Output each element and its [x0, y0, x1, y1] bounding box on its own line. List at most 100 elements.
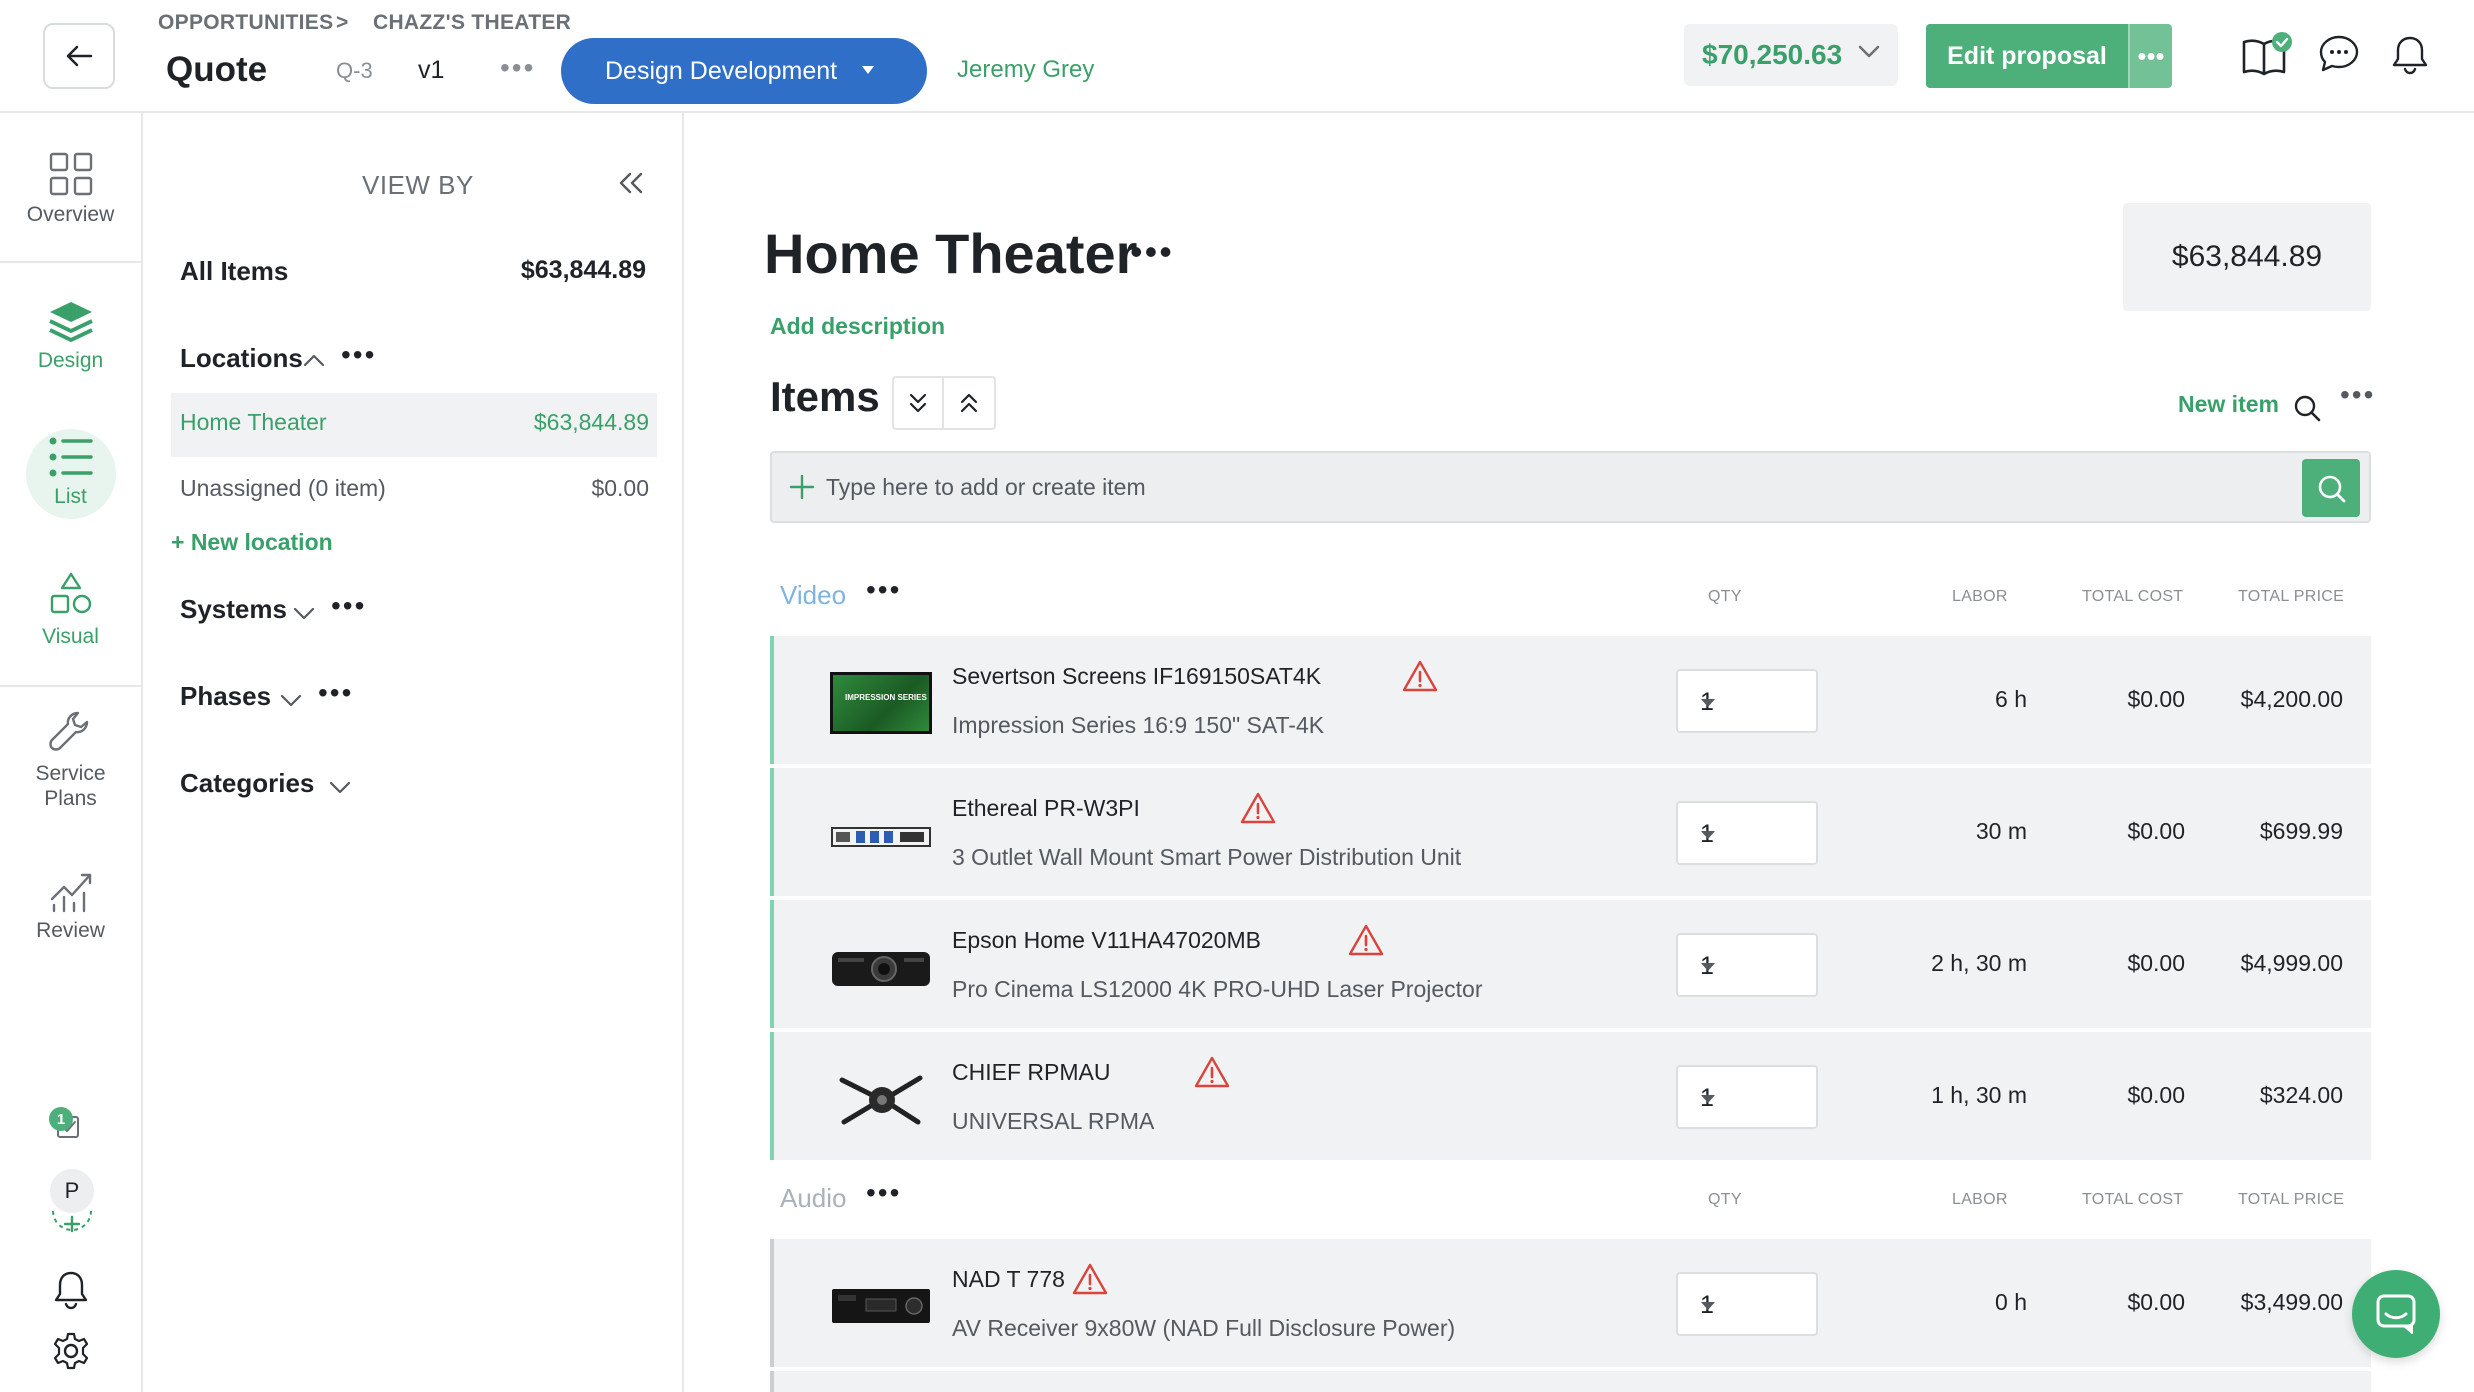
quantity-select[interactable]: 1: [1676, 801, 1818, 865]
edit-proposal-button[interactable]: Edit proposal: [1926, 24, 2128, 88]
quantity-select[interactable]: 1: [1676, 1272, 1818, 1336]
location-item-home-theater[interactable]: Home Theater $63,844.89: [171, 393, 657, 457]
collapse-all-button[interactable]: [944, 378, 994, 428]
rail-label: Overview: [26, 203, 115, 226]
item-row[interactable]: Ethereal PR-W3PI 3 Outlet Wall Mount Sma…: [770, 768, 2371, 896]
group-name[interactable]: Audio: [780, 1183, 847, 1214]
warning-icon[interactable]: [1194, 1056, 1230, 1088]
col-labor: LABOR: [1952, 1191, 2008, 1208]
caret-down-icon: [1700, 1301, 1794, 1311]
all-items-label: All Items: [180, 256, 289, 286]
group-name[interactable]: Video: [780, 580, 846, 611]
chevron-down-icon[interactable]: [280, 694, 302, 708]
phases-more-button[interactable]: •••: [318, 677, 353, 709]
warning-icon[interactable]: [1402, 660, 1438, 692]
gear-icon[interactable]: [51, 1331, 91, 1371]
bell-icon[interactable]: [2390, 34, 2430, 76]
col-total-cost: TOTAL COST: [2082, 1191, 2184, 1208]
item-total-price: $699.99: [2259, 818, 2343, 844]
total-dropdown[interactable]: $70,250.63: [1684, 24, 1898, 86]
warning-icon[interactable]: [1348, 924, 1384, 956]
item-name[interactable]: NAD T 778: [952, 1266, 1065, 1293]
locations-header[interactable]: Locations: [180, 343, 303, 374]
rail-label: Visual: [42, 625, 99, 648]
item-name[interactable]: Ethereal PR-W3PI: [952, 795, 1140, 822]
edit-proposal-more-button[interactable]: •••: [2128, 24, 2172, 88]
book-icon[interactable]: [2240, 32, 2292, 80]
collapse-panel-icon[interactable]: [618, 171, 644, 195]
col-total-price: TOTAL PRICE: [2238, 588, 2345, 605]
item-row[interactable]: IMPRESSION SERIES Severtson Screens IF16…: [770, 636, 2371, 764]
layers-icon: [0, 299, 141, 343]
add-user-icon[interactable]: [51, 1207, 93, 1243]
version-label[interactable]: v1: [418, 56, 444, 85]
chevron-down-icon[interactable]: [329, 781, 351, 795]
thumbnail-text: IMPRESSION SERIES: [845, 693, 927, 702]
item-description: 3 Outlet Wall Mount Smart Power Distribu…: [952, 844, 1462, 870]
warning-icon[interactable]: [1072, 1263, 1108, 1295]
chevron-up-icon[interactable]: [303, 353, 325, 367]
back-button[interactable]: [43, 23, 115, 89]
item-name[interactable]: Epson Home V11HA47020MB: [952, 927, 1261, 954]
add-description-link[interactable]: Add description: [770, 313, 945, 340]
section-more-button[interactable]: •••: [1130, 231, 1174, 273]
locations-more-button[interactable]: •••: [341, 339, 376, 371]
list-icon: [0, 435, 141, 479]
location-item-unassigned[interactable]: Unassigned (0 item) $0.00: [171, 457, 657, 517]
col-total-price: TOTAL PRICE: [2238, 1191, 2345, 1208]
stage-dropdown[interactable]: Design Development: [561, 38, 927, 104]
col-total-cost: TOTAL COST: [2082, 588, 2184, 605]
rail-design[interactable]: Design: [0, 299, 141, 373]
group-more-button[interactable]: •••: [866, 1177, 901, 1209]
item-total-cost: $0.00: [2127, 818, 2185, 844]
group-more-button[interactable]: •••: [866, 574, 901, 606]
rail-review[interactable]: Review: [0, 869, 141, 943]
product-thumbnail: [830, 1275, 932, 1337]
view-by-panel: VIEW BY All Items $63,844.89 Locations •…: [143, 113, 684, 1392]
quantity-select[interactable]: 1: [1676, 933, 1818, 997]
help-chat-button[interactable]: [2352, 1270, 2440, 1358]
phases-header[interactable]: Phases: [180, 681, 271, 712]
rail-overview[interactable]: Overview: [0, 151, 141, 227]
chevrons-down-icon: [908, 392, 928, 414]
breadcrumb-opportunity[interactable]: CHAZZ'S THEATER: [373, 11, 571, 35]
add-item-input[interactable]: [826, 467, 2276, 507]
new-item-button[interactable]: New item: [2178, 391, 2279, 418]
search-icon[interactable]: [2292, 393, 2322, 423]
rail-list[interactable]: List: [0, 435, 141, 509]
systems-header[interactable]: Systems: [180, 594, 287, 625]
warning-icon[interactable]: [1240, 792, 1276, 824]
item-description: Impression Series 16:9 150" SAT-4K: [952, 712, 1325, 738]
bell-icon[interactable]: [52, 1269, 90, 1311]
item-row[interactable]: NAD T 778 AV Receiver 9x80W (NAD Full Di…: [770, 1239, 2371, 1367]
page-title: Quote: [166, 50, 268, 89]
categories-header[interactable]: Categories: [180, 768, 314, 799]
items-more-button[interactable]: •••: [2340, 379, 2375, 411]
systems-more-button[interactable]: •••: [331, 590, 366, 622]
product-thumbnail: IMPRESSION SERIES: [830, 672, 932, 734]
expand-all-button[interactable]: [894, 378, 944, 428]
quantity-select[interactable]: 1: [1676, 669, 1818, 733]
new-location-link[interactable]: + New location: [171, 529, 333, 556]
quantity-select[interactable]: 1: [1676, 1065, 1818, 1129]
breadcrumb-opportunities[interactable]: OPPORTUNITIES: [158, 11, 333, 35]
item-description: UNIVERSAL RPMA: [952, 1108, 1155, 1134]
chevron-down-icon[interactable]: [293, 607, 315, 621]
quote-more-button[interactable]: •••: [500, 52, 535, 84]
item-name[interactable]: Severtson Screens IF169150SAT4K: [952, 663, 1321, 690]
item-total-cost: $0.00: [2127, 1082, 2185, 1108]
chevrons-up-icon: [959, 392, 979, 414]
owner-link[interactable]: Jeremy Grey: [957, 56, 1094, 84]
item-row-partial: [770, 1371, 2371, 1392]
item-description: AV Receiver 9x80W (NAD Full Disclosure P…: [952, 1315, 1456, 1341]
total-amount: $70,250.63: [1702, 39, 1843, 70]
rail-visual[interactable]: Visual: [0, 571, 141, 649]
item-row[interactable]: CHIEF RPMAU UNIVERSAL RPMA 1 1 h, 30 m $…: [770, 1032, 2371, 1160]
item-name[interactable]: CHIEF RPMAU: [952, 1059, 1110, 1086]
section-total: $63,844.89: [2123, 203, 2371, 311]
rail-service-plans[interactable]: Service Plans: [0, 709, 141, 811]
item-labor: 6 h: [1995, 686, 2027, 712]
chat-icon[interactable]: [2318, 34, 2360, 74]
add-item-search-button[interactable]: [2302, 459, 2360, 517]
item-row[interactable]: Epson Home V11HA47020MB Pro Cinema LS120…: [770, 900, 2371, 1028]
